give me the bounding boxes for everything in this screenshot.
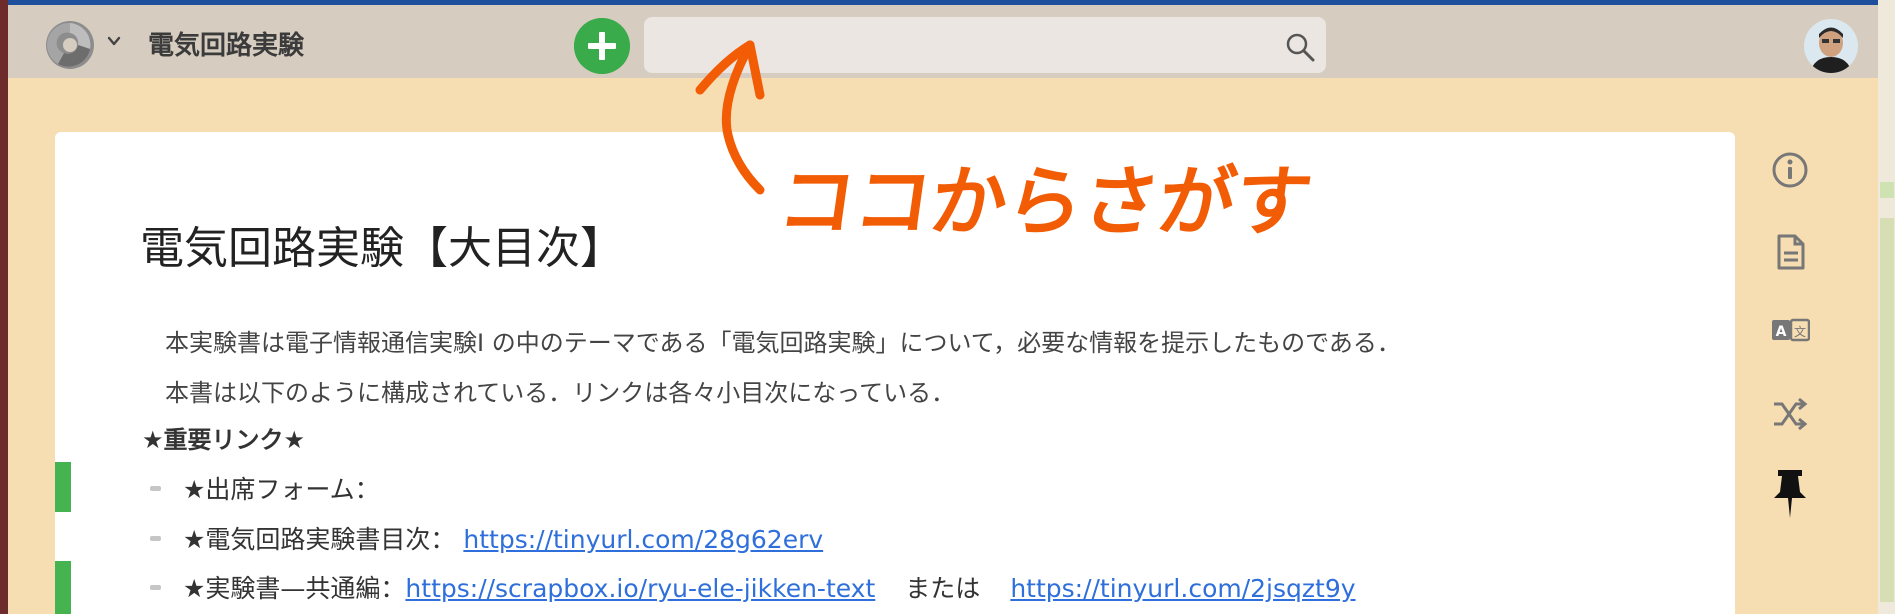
- bullet: [150, 485, 161, 491]
- line-marker: [55, 561, 71, 614]
- scroll-thumb[interactable]: [1880, 218, 1894, 602]
- page-title: 電気回路実験【大目次】: [140, 223, 624, 274]
- link[interactable]: https://tinyurl.com/2jsqzt9y: [1010, 574, 1355, 603]
- bullet: [150, 535, 161, 541]
- link[interactable]: https://scrapbox.io/ryu-ele-jikken-text: [405, 574, 875, 603]
- list-item: ★出席フォーム：: [150, 470, 380, 506]
- list-item-connector: または: [905, 574, 981, 603]
- paragraph: 本書は以下のように構成されている．リンクは各々小目次になっている．: [165, 379, 956, 407]
- list-item-label: ★電気回路実験書目次：: [183, 525, 456, 554]
- list-item-label: ★実験書—共通編：: [183, 574, 406, 603]
- plus-icon[interactable]: [574, 18, 630, 74]
- info-icon[interactable]: [1770, 150, 1810, 190]
- list-item-label: ★出席フォーム：: [183, 475, 380, 504]
- project-title[interactable]: 電気回路実験: [148, 25, 304, 62]
- annotation-text: ココからさがす: [772, 157, 1318, 246]
- list-item: ★電気回路実験書目次： https://tinyurl.com/28g62erv: [150, 520, 823, 556]
- translate-icon[interactable]: A 文: [1770, 312, 1810, 352]
- bullet: [150, 584, 161, 590]
- paragraph: 本実験書は電子情報通信実験I の中のテーマである「電気回路実験」について，必要な…: [165, 329, 1401, 357]
- list-item: ★実験書—共通編：https://scrapbox.io/ryu-ele-jik…: [150, 569, 1356, 605]
- chevron-down-icon[interactable]: [106, 33, 122, 49]
- avatar[interactable]: [1804, 19, 1858, 73]
- svg-text:文: 文: [1794, 324, 1806, 339]
- logo-icon[interactable]: [44, 19, 96, 71]
- important-heading: ★重要リンク★: [142, 426, 306, 454]
- scrollbar[interactable]: [1878, 0, 1895, 614]
- line-marker: [55, 462, 71, 512]
- left-window-edge: [0, 0, 8, 614]
- svg-text:A: A: [1776, 324, 1787, 340]
- document-icon[interactable]: [1770, 232, 1810, 272]
- shuffle-icon[interactable]: [1770, 394, 1810, 434]
- scroll-mark: [1880, 182, 1894, 198]
- link[interactable]: https://tinyurl.com/28g62erv: [463, 525, 823, 554]
- pin-icon[interactable]: [1770, 468, 1810, 520]
